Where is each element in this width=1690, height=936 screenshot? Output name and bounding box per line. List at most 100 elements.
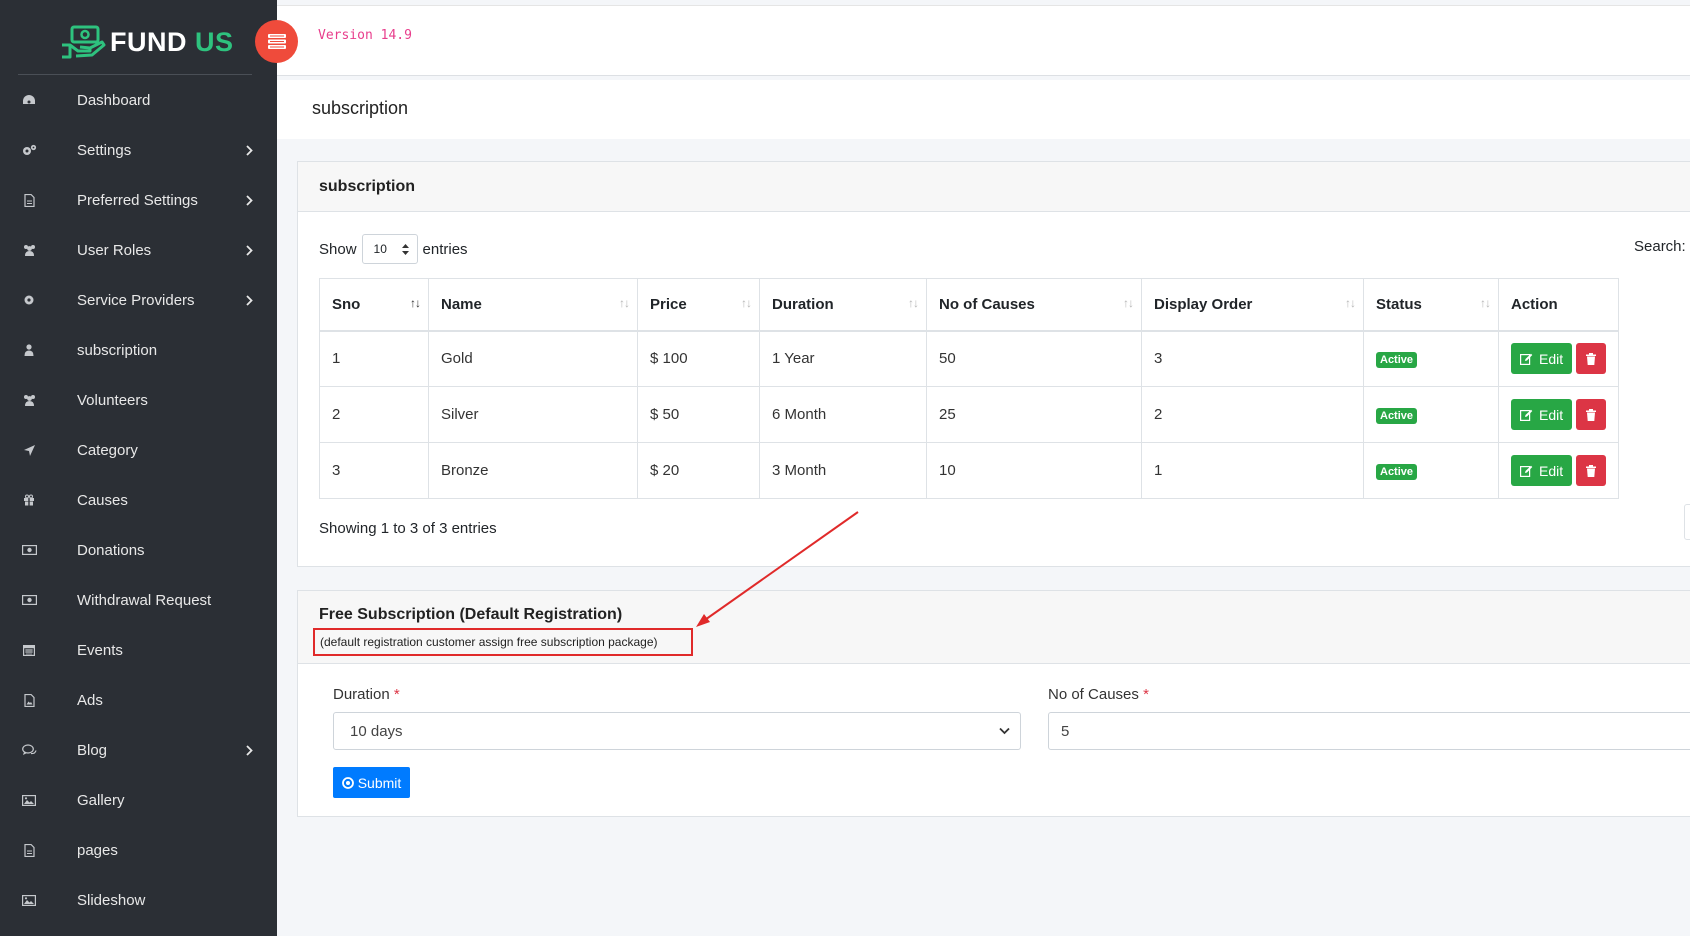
users-icon [21,392,37,408]
sidebar-item-label: Preferred Settings [77,191,198,209]
sidebar-item-blog[interactable]: Blog [0,725,277,775]
cell-order: 1 [1141,442,1364,499]
status-badge: Active [1376,463,1418,480]
cell-action: Edit [1497,330,1620,387]
sidebar: FUND US Dashboard Settings Preferred Setti… [0,0,277,936]
sidebar-item-label: Blog [77,741,108,759]
column-header-label: Price [650,295,687,313]
subscription-card: subscription Show 10 entries Search: Sno… [297,161,1690,567]
sidebar-item-events[interactable]: Events [0,625,277,675]
money-icon [21,542,37,558]
cell-status: Active [1363,442,1499,499]
cell-duration: 6 Month [759,386,927,443]
column-header-no-of-causes[interactable]: No of Causes ↑↓ [926,278,1142,332]
sidebar-item-withdrawal-request[interactable]: Withdrawal Request [0,575,277,625]
causes-input[interactable]: 5 [1048,712,1690,750]
show-label: Show [319,240,357,258]
pagination[interactable] [1684,504,1690,540]
sidebar-item-preferred-settings[interactable]: Preferred Settings [0,175,277,225]
sort-icon: ↑↓ [1123,296,1134,310]
sidebar-item-label: Settings [77,141,132,159]
calendar-icon [21,642,37,658]
users-icon [21,242,37,258]
edit-button[interactable]: Edit [1511,399,1573,430]
table-body: 1 Gold $ 100 1 Year 50 3 Active Edit 2 Silver $ 50… [319,330,1620,499]
sidebar-item-label: subscription [77,341,158,359]
submit-label: Submit [357,774,402,791]
column-header-label: Status [1376,295,1422,313]
edit-button[interactable]: Edit [1511,343,1573,375]
entries-select-value: 10 [373,242,387,256]
sort-icon: ↑↓ [410,296,421,310]
sidebar-item-label: Volunteers [77,391,148,409]
sidebar-item-causes[interactable]: Causes [0,475,277,525]
subscription-table: Sno ↑↓ Name ↑↓ Price ↑↓ Duration ↑↓ No of Causes… [319,278,1620,499]
sidebar-item-subscription[interactable]: subscription [0,325,277,375]
cell-action: Edit [1497,442,1620,499]
cell-name: Silver [428,386,638,443]
chevron-right-icon [244,744,254,756]
sidebar-item-service-providers[interactable]: Service Providers [0,275,277,325]
delete-button[interactable] [1576,343,1607,375]
sidebar-item-label: pages [77,841,118,859]
column-header-display-order[interactable]: Display Order ↑↓ [1141,278,1364,332]
gear-icon [21,292,37,308]
sort-icon: ↑↓ [908,296,919,310]
submit-button[interactable]: Submit [333,767,410,798]
sidebar-item-label: Slideshow [77,891,146,909]
free-subscription-title: Free Subscription (Default Registration) [319,606,623,623]
column-header-status[interactable]: Status ↑↓ [1363,278,1499,332]
cogs-icon [21,142,37,158]
column-header-label: Name [441,295,482,313]
picture-icon [21,892,37,908]
image-file-icon [21,692,37,708]
card-header: Free Subscription (Default Registration)… [298,591,1690,664]
entries-select[interactable]: 10 [361,234,418,264]
column-header-price[interactable]: Price ↑↓ [637,278,760,332]
column-header-label: Display Order [1154,295,1253,313]
sidebar-item-category[interactable]: Category [0,425,277,475]
cell-sno: 3 [319,442,429,499]
column-header-label: Sno [332,295,361,313]
edit-icon [1520,465,1533,477]
sidebar-item-ads[interactable]: Ads [0,675,277,725]
table-row: 1 Gold $ 100 1 Year 50 3 Active Edit [319,330,1620,387]
brand-name: FUND US [110,26,234,57]
sidebar-item-label: Ads [77,691,103,709]
duration-select[interactable]: 10 days [333,712,1021,750]
file-icon [21,842,37,858]
entries-length-control: Show 10 entries [319,234,468,264]
column-header-label: Duration [772,295,834,313]
sidebar-item-volunteers[interactable]: Volunteers [0,375,277,425]
money-hand-icon [62,25,106,59]
sort-icon: ↑↓ [741,296,752,310]
sidebar-item-dashboard[interactable]: Dashboard [0,75,277,125]
table-info: Showing 1 to 3 of 3 entries [319,520,497,537]
cell-order: 2 [1141,386,1364,443]
causes-label-text: No of Causes [1048,686,1139,703]
column-header-duration[interactable]: Duration ↑↓ [759,278,927,332]
page-header: subscription [277,80,1690,139]
sort-updown-icon [401,243,409,255]
column-header-name[interactable]: Name ↑↓ [428,278,638,332]
cell-status: Active [1363,386,1499,443]
edit-button[interactable]: Edit [1511,455,1573,486]
column-header-sno[interactable]: Sno ↑↓ [319,278,429,332]
delete-button[interactable] [1576,399,1607,430]
sidebar-toggle-button[interactable] [255,20,298,63]
delete-button[interactable] [1576,455,1607,486]
sidebar-item-label: Donations [77,541,145,559]
brand-logo[interactable]: FUND US [60,22,234,62]
sidebar-item-slideshow[interactable]: Slideshow [0,875,277,925]
sidebar-item-donations[interactable]: Donations [0,525,277,575]
sidebar-item-pages[interactable]: pages [0,825,277,875]
sidebar-item-user-roles[interactable]: User Roles [0,225,277,275]
cell-name: Bronze [428,442,638,499]
money-icon [21,592,37,608]
sidebar-item-gallery[interactable]: Gallery [0,775,277,825]
chevron-down-icon [999,727,1010,735]
sidebar-item-settings[interactable]: Settings [0,125,277,175]
cell-order: 3 [1141,330,1364,387]
card-title: subscription [319,178,416,195]
cell-price: $ 50 [637,386,760,443]
